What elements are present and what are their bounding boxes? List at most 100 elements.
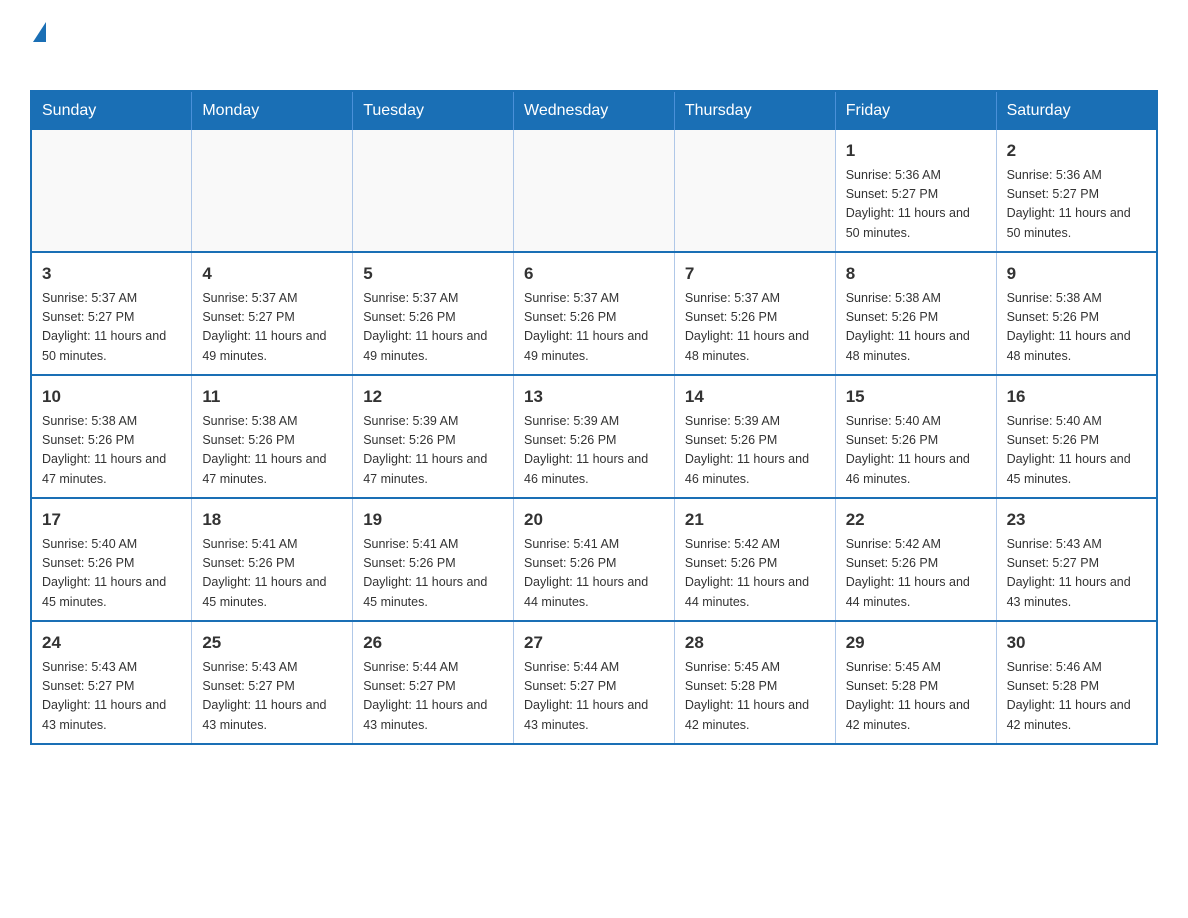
calendar-cell: 30Sunrise: 5:46 AM Sunset: 5:28 PM Dayli… bbox=[996, 621, 1157, 744]
day-info: Sunrise: 5:44 AM Sunset: 5:27 PM Dayligh… bbox=[363, 658, 503, 736]
calendar-cell: 24Sunrise: 5:43 AM Sunset: 5:27 PM Dayli… bbox=[31, 621, 192, 744]
day-info: Sunrise: 5:38 AM Sunset: 5:26 PM Dayligh… bbox=[1007, 289, 1146, 367]
day-number: 10 bbox=[42, 384, 181, 410]
day-info: Sunrise: 5:39 AM Sunset: 5:26 PM Dayligh… bbox=[363, 412, 503, 490]
day-number: 22 bbox=[846, 507, 986, 533]
day-info: Sunrise: 5:44 AM Sunset: 5:27 PM Dayligh… bbox=[524, 658, 664, 736]
day-number: 19 bbox=[363, 507, 503, 533]
day-info: Sunrise: 5:41 AM Sunset: 5:26 PM Dayligh… bbox=[363, 535, 503, 613]
weekday-header-monday: Monday bbox=[192, 91, 353, 130]
day-info: Sunrise: 5:45 AM Sunset: 5:28 PM Dayligh… bbox=[685, 658, 825, 736]
day-info: Sunrise: 5:38 AM Sunset: 5:26 PM Dayligh… bbox=[846, 289, 986, 367]
day-number: 18 bbox=[202, 507, 342, 533]
calendar-cell bbox=[31, 130, 192, 252]
day-number: 29 bbox=[846, 630, 986, 656]
day-info: Sunrise: 5:38 AM Sunset: 5:26 PM Dayligh… bbox=[42, 412, 181, 490]
day-number: 8 bbox=[846, 261, 986, 287]
calendar-week-row: 1Sunrise: 5:36 AM Sunset: 5:27 PM Daylig… bbox=[31, 130, 1157, 252]
calendar-cell: 5Sunrise: 5:37 AM Sunset: 5:26 PM Daylig… bbox=[353, 252, 514, 375]
day-info: Sunrise: 5:38 AM Sunset: 5:26 PM Dayligh… bbox=[202, 412, 342, 490]
day-number: 20 bbox=[524, 507, 664, 533]
day-info: Sunrise: 5:40 AM Sunset: 5:26 PM Dayligh… bbox=[1007, 412, 1146, 490]
day-number: 2 bbox=[1007, 138, 1146, 164]
day-info: Sunrise: 5:41 AM Sunset: 5:26 PM Dayligh… bbox=[202, 535, 342, 613]
day-number: 26 bbox=[363, 630, 503, 656]
day-number: 3 bbox=[42, 261, 181, 287]
day-number: 12 bbox=[363, 384, 503, 410]
calendar-cell bbox=[674, 130, 835, 252]
day-info: Sunrise: 5:43 AM Sunset: 5:27 PM Dayligh… bbox=[42, 658, 181, 736]
calendar-table: SundayMondayTuesdayWednesdayThursdayFrid… bbox=[30, 90, 1158, 745]
day-number: 6 bbox=[524, 261, 664, 287]
calendar-cell: 19Sunrise: 5:41 AM Sunset: 5:26 PM Dayli… bbox=[353, 498, 514, 621]
calendar-cell bbox=[192, 130, 353, 252]
day-number: 4 bbox=[202, 261, 342, 287]
weekday-header-friday: Friday bbox=[835, 91, 996, 130]
day-info: Sunrise: 5:36 AM Sunset: 5:27 PM Dayligh… bbox=[846, 166, 986, 244]
calendar-cell: 12Sunrise: 5:39 AM Sunset: 5:26 PM Dayli… bbox=[353, 375, 514, 498]
day-info: Sunrise: 5:45 AM Sunset: 5:28 PM Dayligh… bbox=[846, 658, 986, 736]
calendar-cell: 1Sunrise: 5:36 AM Sunset: 5:27 PM Daylig… bbox=[835, 130, 996, 252]
calendar-cell: 29Sunrise: 5:45 AM Sunset: 5:28 PM Dayli… bbox=[835, 621, 996, 744]
day-number: 14 bbox=[685, 384, 825, 410]
calendar-cell: 9Sunrise: 5:38 AM Sunset: 5:26 PM Daylig… bbox=[996, 252, 1157, 375]
day-number: 16 bbox=[1007, 384, 1146, 410]
calendar-cell: 6Sunrise: 5:37 AM Sunset: 5:26 PM Daylig… bbox=[514, 252, 675, 375]
day-info: Sunrise: 5:37 AM Sunset: 5:26 PM Dayligh… bbox=[524, 289, 664, 367]
calendar-cell: 15Sunrise: 5:40 AM Sunset: 5:26 PM Dayli… bbox=[835, 375, 996, 498]
calendar-cell: 17Sunrise: 5:40 AM Sunset: 5:26 PM Dayli… bbox=[31, 498, 192, 621]
calendar-cell: 25Sunrise: 5:43 AM Sunset: 5:27 PM Dayli… bbox=[192, 621, 353, 744]
calendar-week-row: 24Sunrise: 5:43 AM Sunset: 5:27 PM Dayli… bbox=[31, 621, 1157, 744]
calendar-cell: 14Sunrise: 5:39 AM Sunset: 5:26 PM Dayli… bbox=[674, 375, 835, 498]
day-number: 25 bbox=[202, 630, 342, 656]
calendar-cell: 16Sunrise: 5:40 AM Sunset: 5:26 PM Dayli… bbox=[996, 375, 1157, 498]
calendar-cell: 28Sunrise: 5:45 AM Sunset: 5:28 PM Dayli… bbox=[674, 621, 835, 744]
day-number: 27 bbox=[524, 630, 664, 656]
day-number: 21 bbox=[685, 507, 825, 533]
calendar-cell: 27Sunrise: 5:44 AM Sunset: 5:27 PM Dayli… bbox=[514, 621, 675, 744]
day-number: 17 bbox=[42, 507, 181, 533]
calendar-cell bbox=[353, 130, 514, 252]
calendar-cell: 8Sunrise: 5:38 AM Sunset: 5:26 PM Daylig… bbox=[835, 252, 996, 375]
day-number: 23 bbox=[1007, 507, 1146, 533]
calendar-cell: 10Sunrise: 5:38 AM Sunset: 5:26 PM Dayli… bbox=[31, 375, 192, 498]
day-info: Sunrise: 5:43 AM Sunset: 5:27 PM Dayligh… bbox=[202, 658, 342, 736]
day-info: Sunrise: 5:39 AM Sunset: 5:26 PM Dayligh… bbox=[685, 412, 825, 490]
day-number: 7 bbox=[685, 261, 825, 287]
calendar-body: 1Sunrise: 5:36 AM Sunset: 5:27 PM Daylig… bbox=[31, 130, 1157, 744]
day-number: 15 bbox=[846, 384, 986, 410]
day-number: 24 bbox=[42, 630, 181, 656]
weekday-header-tuesday: Tuesday bbox=[353, 91, 514, 130]
calendar-cell: 20Sunrise: 5:41 AM Sunset: 5:26 PM Dayli… bbox=[514, 498, 675, 621]
weekday-header-wednesday: Wednesday bbox=[514, 91, 675, 130]
calendar-cell bbox=[514, 130, 675, 252]
day-info: Sunrise: 5:40 AM Sunset: 5:26 PM Dayligh… bbox=[846, 412, 986, 490]
calendar-cell: 3Sunrise: 5:37 AM Sunset: 5:27 PM Daylig… bbox=[31, 252, 192, 375]
day-info: Sunrise: 5:40 AM Sunset: 5:26 PM Dayligh… bbox=[42, 535, 181, 613]
day-info: Sunrise: 5:37 AM Sunset: 5:27 PM Dayligh… bbox=[202, 289, 342, 367]
page-header bbox=[30, 20, 1158, 72]
day-number: 9 bbox=[1007, 261, 1146, 287]
calendar-week-row: 17Sunrise: 5:40 AM Sunset: 5:26 PM Dayli… bbox=[31, 498, 1157, 621]
day-number: 5 bbox=[363, 261, 503, 287]
day-info: Sunrise: 5:37 AM Sunset: 5:26 PM Dayligh… bbox=[685, 289, 825, 367]
day-info: Sunrise: 5:42 AM Sunset: 5:26 PM Dayligh… bbox=[846, 535, 986, 613]
day-info: Sunrise: 5:37 AM Sunset: 5:26 PM Dayligh… bbox=[363, 289, 503, 367]
day-number: 13 bbox=[524, 384, 664, 410]
weekday-header-row: SundayMondayTuesdayWednesdayThursdayFrid… bbox=[31, 91, 1157, 130]
calendar-cell: 4Sunrise: 5:37 AM Sunset: 5:27 PM Daylig… bbox=[192, 252, 353, 375]
day-number: 30 bbox=[1007, 630, 1146, 656]
calendar-week-row: 3 Sunrise: 5:37 AM Sunset: 5:27 PM Daylig… bbox=[31, 252, 1157, 375]
calendar-cell: 26Sunrise: 5:44 AM Sunset: 5:27 PM Dayli… bbox=[353, 621, 514, 744]
logo-triangle bbox=[33, 22, 46, 42]
day-number: 28 bbox=[685, 630, 825, 656]
calendar-cell: 11Sunrise: 5:38 AM Sunset: 5:26 PM Dayli… bbox=[192, 375, 353, 498]
day-info: Sunrise: 5:46 AM Sunset: 5:28 PM Dayligh… bbox=[1007, 658, 1146, 736]
day-info: Sunrise: 5:36 AM Sunset: 5:27 PM Dayligh… bbox=[1007, 166, 1146, 244]
day-info: Sunrise: 5:39 AM Sunset: 5:26 PM Dayligh… bbox=[524, 412, 664, 490]
calendar-header: SundayMondayTuesdayWednesdayThursdayFrid… bbox=[31, 91, 1157, 130]
weekday-header-sunday: Sunday bbox=[31, 91, 192, 130]
day-info: Sunrise: 5:42 AM Sunset: 5:26 PM Dayligh… bbox=[685, 535, 825, 613]
weekday-header-thursday: Thursday bbox=[674, 91, 835, 130]
day-number: 11 bbox=[202, 384, 342, 410]
